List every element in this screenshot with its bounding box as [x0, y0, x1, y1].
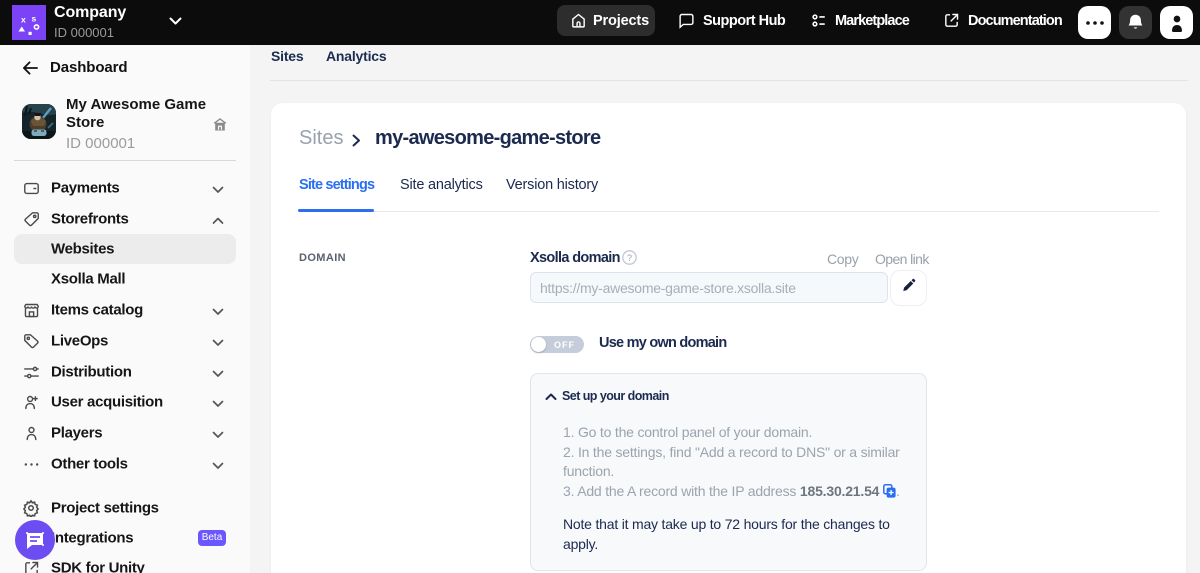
svg-text:s: s	[32, 14, 37, 24]
svg-text:?: ?	[627, 253, 632, 263]
svg-text:x: x	[21, 15, 26, 25]
